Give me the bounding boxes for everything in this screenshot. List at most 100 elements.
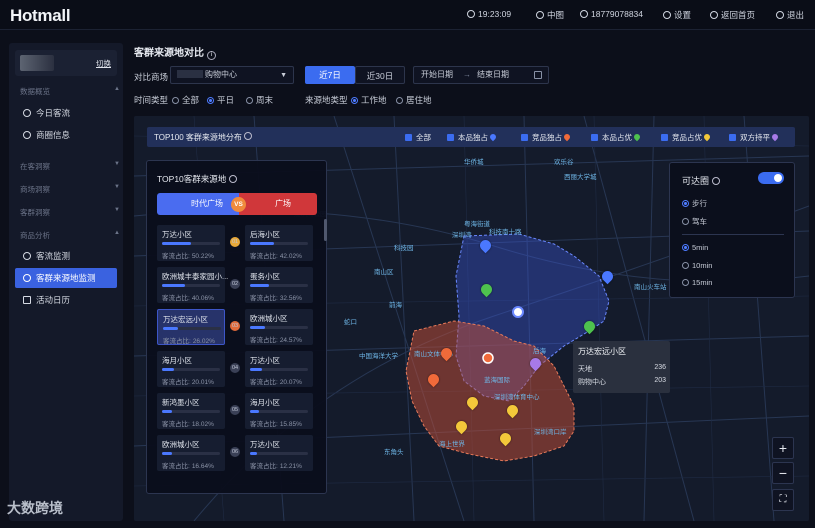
nav-section-overview[interactable]: 数据概览 ▲ bbox=[20, 86, 120, 97]
reach-time-15[interactable]: 15min bbox=[682, 278, 712, 287]
nav-section-customer[interactable]: 客群洞察 ▼ bbox=[20, 207, 120, 218]
info-icon[interactable] bbox=[711, 177, 720, 185]
radio-icon bbox=[396, 97, 403, 104]
filter-own-exclusive[interactable]: 本品独占 bbox=[447, 132, 498, 143]
reach-time-5[interactable]: 5min bbox=[682, 243, 708, 252]
reach-mode-walk[interactable]: 步行 bbox=[682, 198, 707, 209]
rank-card-right[interactable]: 欧洲城小区 客流占比: 24.57% bbox=[245, 309, 313, 345]
rank-card-bar-fill bbox=[250, 452, 257, 455]
filter-competitor-advantage[interactable]: 竞品占优 bbox=[661, 132, 712, 143]
zoom-out-button[interactable]: − bbox=[772, 462, 794, 484]
settings-button[interactable]: 设置 bbox=[663, 9, 691, 21]
rank-card-left[interactable]: 欧洲城丰泰家园小... 客流占比: 40.06% bbox=[157, 267, 229, 303]
page-title: 客群来源地对比 i bbox=[134, 44, 216, 60]
date-range-picker[interactable]: 开始日期 → 结束日期 bbox=[413, 66, 549, 84]
home-icon bbox=[710, 11, 718, 19]
info-icon[interactable] bbox=[244, 132, 253, 140]
tab-last-30-days[interactable]: 近30日 bbox=[355, 66, 405, 84]
sidebar-item-traffic-monitor[interactable]: 客流监测 bbox=[15, 246, 117, 266]
rank-card-right[interactable]: 海月小区 客流占比: 15.85% bbox=[245, 393, 313, 429]
reach-panel: 可达圈 步行 驾车 5min 10min 15min bbox=[669, 162, 795, 298]
share-value: 40.06% bbox=[191, 295, 214, 302]
share-label: 客流占比: bbox=[250, 337, 278, 344]
logout-button[interactable]: 退出 bbox=[776, 9, 804, 21]
rank-card-left[interactable]: 新鸿墨小区 客流占比: 18.02% bbox=[157, 393, 225, 429]
filter-tie[interactable]: 双方持平 bbox=[729, 132, 780, 143]
time-type-weekend[interactable]: 周末 bbox=[246, 94, 273, 106]
rank-card-left[interactable]: 欧洲城小区 客流占比: 16.64% bbox=[157, 435, 225, 471]
rank-card-name: 蛋务小区 bbox=[250, 272, 280, 281]
reach-toggle[interactable] bbox=[758, 172, 784, 184]
nav-section-mall[interactable]: 商场洞察 ▼ bbox=[20, 184, 120, 195]
fullscreen-button[interactable]: ⛶ bbox=[772, 489, 794, 511]
rank-card-share: 客流占比: 50.22% bbox=[162, 250, 214, 260]
sidebar-item-district-info[interactable]: 商圈信息 bbox=[15, 125, 117, 145]
rank-card-name: 万达小区 bbox=[162, 230, 192, 239]
zoom-in-button[interactable]: + bbox=[772, 437, 794, 459]
share-label: 客流占比: bbox=[250, 463, 278, 470]
sidebar-item-source-monitor[interactable]: 客群来源地监测 bbox=[15, 268, 117, 288]
reach-mode-drive[interactable]: 驾车 bbox=[682, 216, 707, 227]
nav-section-product[interactable]: 商品分析 ▲ bbox=[20, 230, 120, 241]
tooltip-row-value: 236 bbox=[654, 364, 666, 371]
start-date[interactable]: 开始日期 bbox=[421, 67, 453, 83]
rank-card-name: 欧洲城丰泰家园小... bbox=[162, 272, 229, 281]
time-type-all[interactable]: 全部 bbox=[172, 94, 199, 106]
filter-competitor-exclusive[interactable]: 竞品独占 bbox=[521, 132, 572, 143]
map-place-label: 深圳湾 bbox=[452, 232, 472, 239]
sidebar: 切换 数据概览 ▲ 今日客流 商圈信息 在客洞察 ▼ 商场洞察 ▼ 客群洞察 ▼ 商品分… bbox=[9, 43, 123, 521]
sidebar-item-event-calendar[interactable]: 活动日历 bbox=[15, 290, 117, 310]
checkbox-checked-icon bbox=[521, 134, 528, 141]
rank-card-left[interactable]: 海月小区 客流占比: 20.01% bbox=[157, 351, 225, 387]
home-button[interactable]: 返回首页 bbox=[710, 9, 755, 21]
info-icon[interactable] bbox=[228, 175, 237, 183]
time-type-weekday[interactable]: 平日 bbox=[207, 94, 234, 106]
radio-label: 驾车 bbox=[692, 217, 707, 226]
scrollbar[interactable] bbox=[324, 219, 327, 241]
share-label: 客流占比: bbox=[250, 421, 278, 428]
radio-icon bbox=[682, 279, 689, 286]
radio-icon bbox=[246, 97, 253, 104]
language-label: 中图 bbox=[547, 10, 565, 20]
source-type-home[interactable]: 居住地 bbox=[396, 94, 432, 106]
info-icon[interactable]: i bbox=[207, 51, 216, 60]
rank-card-bar bbox=[162, 284, 220, 287]
source-type-work[interactable]: 工作地 bbox=[351, 94, 387, 106]
map-place-label: 西丽大学城 bbox=[564, 174, 597, 181]
language-switch[interactable]: 中图 bbox=[536, 9, 564, 21]
rank-card-bar bbox=[250, 410, 308, 413]
rank-card-right[interactable]: 万达小区 客流占比: 12.21% bbox=[245, 435, 313, 471]
rank-card-right[interactable]: 后海小区 客流占比: 42.02% bbox=[245, 225, 313, 261]
logout-icon bbox=[776, 11, 784, 19]
nav-section-label: 商品分析 bbox=[20, 231, 50, 240]
rank-card-bar bbox=[250, 242, 308, 245]
rank-card-name: 万达小区 bbox=[250, 440, 280, 449]
share-label: 客流占比: bbox=[162, 253, 190, 260]
switch-store-link[interactable]: 切换 bbox=[96, 58, 111, 69]
rank-card-left[interactable]: 万达宏远小区 客流占比: 26.02% bbox=[157, 309, 225, 345]
vs-badge: VS bbox=[231, 197, 246, 212]
arrow-right-icon: → bbox=[463, 70, 471, 79]
gauge-icon bbox=[23, 109, 31, 117]
rank-card-left[interactable]: 万达小区客流占比: 50.22% bbox=[157, 225, 225, 261]
reach-time-10[interactable]: 10min bbox=[682, 261, 712, 270]
sidebar-item-today-traffic[interactable]: 今日客流 bbox=[15, 103, 117, 123]
filter-own-advantage[interactable]: 本品占优 bbox=[591, 132, 642, 143]
end-date[interactable]: 结束日期 bbox=[477, 67, 509, 83]
rank-badge: 05 bbox=[230, 405, 240, 415]
rank-card-right[interactable]: 蛋务小区 客流占比: 32.56% bbox=[245, 267, 313, 303]
radio-label: 10min bbox=[692, 261, 713, 270]
rank-badge: 01 bbox=[230, 237, 240, 247]
store-thumbnail bbox=[20, 55, 54, 71]
logout-label: 退出 bbox=[787, 10, 805, 20]
rank-card-share: 客流占比: 42.02% bbox=[250, 250, 302, 260]
tab-last-7-days[interactable]: 近7日 bbox=[305, 66, 355, 84]
rank-card-bar bbox=[162, 410, 220, 413]
rank-card-bar-fill bbox=[162, 242, 191, 245]
nav-section-guest[interactable]: 在客洞察 ▼ bbox=[20, 161, 120, 172]
divider bbox=[682, 234, 784, 235]
filter-all[interactable]: 全部 bbox=[405, 132, 431, 143]
user-phone[interactable]: 18779078834 bbox=[580, 9, 643, 19]
rank-card-right[interactable]: 万达小区 客流占比: 20.07% bbox=[245, 351, 313, 387]
mall-select[interactable]: 购物中心 ▼ bbox=[170, 66, 294, 84]
